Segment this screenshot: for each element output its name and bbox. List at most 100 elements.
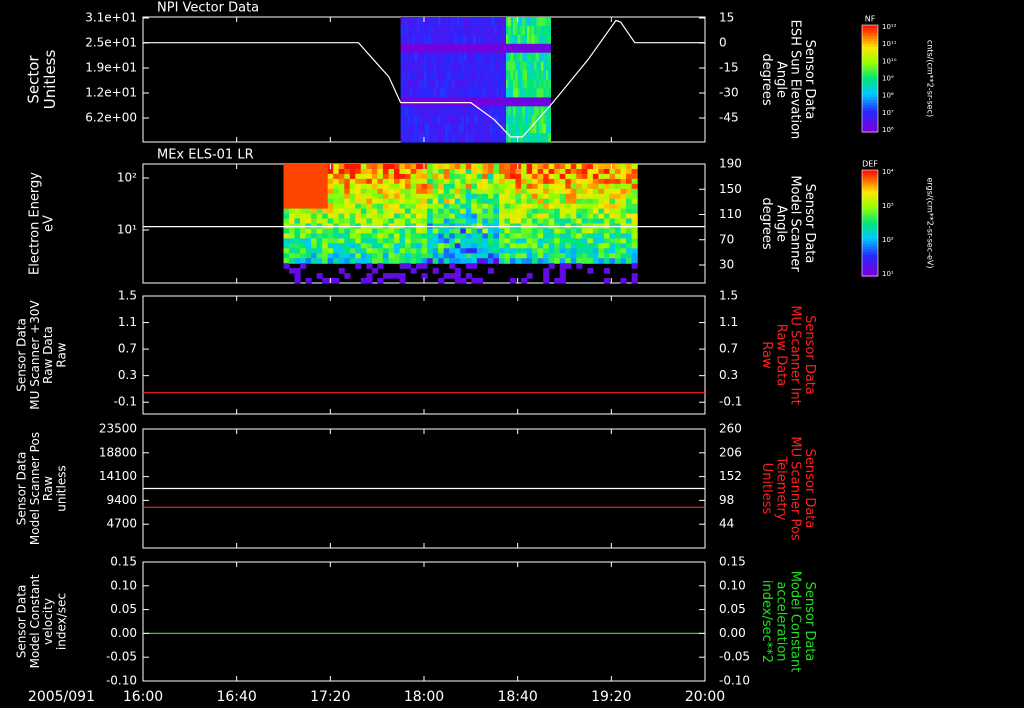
spectrogram-cell [410,238,417,244]
spectrogram-cell [327,258,334,264]
spectrogram-cell [620,193,627,200]
spectrogram-cell [548,188,555,195]
spectrogram-cell [603,169,610,175]
spectrogram-cell [510,193,517,200]
spectrogram-cell [592,218,599,225]
spectrogram-cell [289,164,296,170]
y-axis-label-right: Telemetry [773,455,788,520]
spectrogram-cell [316,178,323,185]
spectrogram-cell [327,178,334,185]
spectrogram-cell [377,213,384,220]
spectrogram-cell [526,203,533,210]
spectrogram-cell [603,198,610,205]
spectrogram-cell [609,228,616,235]
spectrogram-cell [432,218,439,225]
spectrogram-cell [460,198,467,205]
spectrogram-cell [311,173,318,180]
spectrogram-cell [311,233,318,239]
spectrogram-cell [493,228,500,235]
spectrogram-cell [615,238,622,244]
spectrogram-cell [289,208,296,215]
spectrogram-cell [476,183,483,190]
y-axis-label-left: Model Constant [28,574,42,668]
spectrogram-cell [499,208,506,215]
spectrogram-cell [554,278,561,284]
spectrogram-cell [355,208,362,215]
spectrogram-cell [377,178,384,185]
spectrogram-cell [631,273,638,279]
spectrogram-cell [432,248,439,254]
spectrogram-cell [587,198,594,205]
spectrogram-cell [465,263,472,269]
spectrogram-cell [360,173,367,180]
spectrogram-cell [283,173,290,180]
spectrogram-cell [416,164,423,170]
spectrogram-cell [360,193,367,200]
spectrogram-cell [543,203,550,210]
spectrogram-cell [454,183,461,190]
spectrogram-cell [515,188,522,195]
spectrogram-cell [504,248,511,254]
spectrogram-cell [443,248,450,254]
spectrogram-cell [338,253,345,259]
spectrogram-cell [609,243,616,249]
spectrogram-cell [499,213,506,220]
spectrogram-cell [421,193,428,200]
spectrogram-cell [405,198,412,205]
spectrogram-cell [410,188,417,195]
spectrogram-cell [609,238,616,244]
spectrogram-cell [493,208,500,215]
spectrogram-cell [382,193,389,200]
spectrogram-cell [559,203,566,210]
spectrogram-cell [416,183,423,190]
spectrogram-cell [504,233,511,239]
spectrogram-cell [322,183,329,190]
y-tick-label-left: 2.5e+01 [85,36,137,50]
spectrogram-cell [576,258,583,264]
spectrogram-cell [327,213,334,220]
y-axis-label-right: degrees [759,53,774,106]
spectrogram-cell [410,178,417,185]
spectrogram-cell [526,198,533,205]
spectrogram-cell [360,253,367,259]
spectrogram-cell [565,164,572,170]
spectrogram-cell [559,198,566,205]
spectrogram-cell [327,228,334,235]
spectrogram-cell [526,218,533,225]
spectrogram-cell [521,208,528,215]
spectrogram-cell [360,198,367,205]
spectrogram-cell [510,243,517,249]
spectrogram-cell [399,218,406,225]
spectrogram-cell [559,243,566,249]
y-tick-label-left: 3.1e+01 [85,11,137,25]
spectrogram-cell [576,233,583,239]
spectrogram-cell [300,198,307,205]
spectrogram-cell [294,203,301,210]
spectrogram-cell [460,173,467,180]
spectrogram-cell [565,183,572,190]
spectrogram-cell [543,268,550,274]
spectrogram-cell [631,178,638,185]
spectrogram-cell [360,213,367,220]
spectrogram-cell [382,228,389,235]
spectrogram-cell [421,188,428,195]
spectrogram-cell [366,188,373,195]
spectrogram-cell [576,213,583,220]
spectrogram-cell [443,213,450,220]
spectrogram-cell [537,228,544,235]
spectrogram-cell [487,169,494,175]
spectrogram-cell [537,218,544,225]
spectrogram-cell [377,253,384,259]
spectrogram-cell [454,228,461,235]
colorbar-tick-label: 10¹¹ [882,40,897,48]
spectrogram-cell [515,198,522,205]
spectrogram-cell [493,253,500,259]
spectrogram-cell [465,233,472,239]
spectrogram-cell [559,258,566,264]
spectrogram-cell [449,203,456,210]
spectrogram-cell [427,178,434,185]
spectrogram-cell [294,228,301,235]
spectrogram-cell [338,238,345,244]
spectrogram-cell [377,173,384,180]
spectrogram-cell [432,183,439,190]
